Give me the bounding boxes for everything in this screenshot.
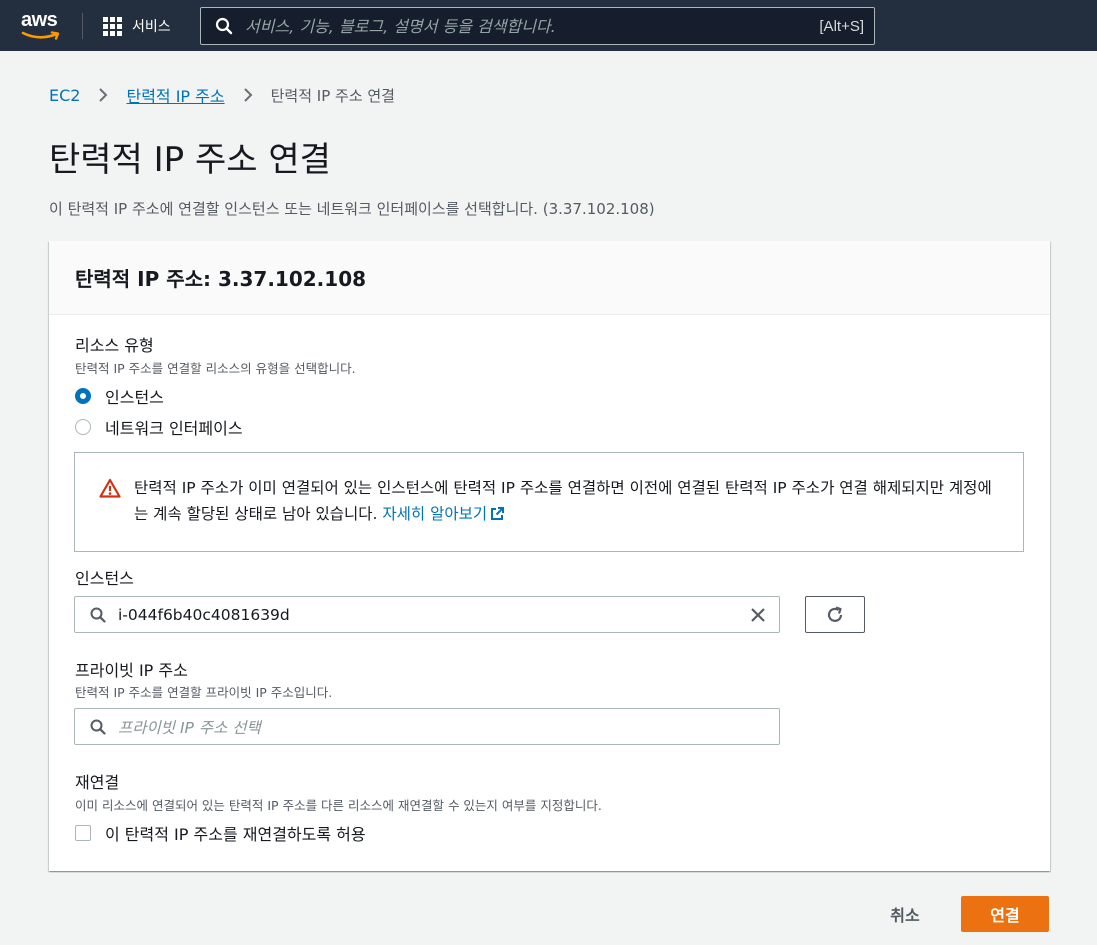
cancel-button[interactable]: 취소 [870, 896, 940, 932]
chevron-right-icon [90, 87, 116, 103]
instance-label: 인스턴스 [75, 569, 134, 588]
learn-more-link[interactable]: 자세히 알아보기 [382, 505, 505, 523]
page-title: 탄력적 IP 주소 연결 [49, 140, 331, 180]
services-menu-button[interactable]: 서비스 [103, 14, 171, 38]
aws-logo-text: aws [21, 9, 58, 31]
search-shortcut-hint: [Alt+S] [819, 17, 864, 35]
resource-type-description: 탄력적 IP 주소를 연결할 리소스의 유형을 선택합니다. [75, 361, 356, 376]
resource-type-label: 리소스 유형 [75, 336, 154, 355]
reassociation-description: 이미 리소스에 연결되어 있는 탄력적 IP 주소를 다른 리소스에 재연결할 … [75, 798, 602, 813]
radio-instance-label: 인스턴스 [105, 388, 164, 407]
instance-value: i-044f6b40c4081639d [118, 605, 290, 624]
learn-more-label: 자세히 알아보기 [382, 505, 488, 523]
refresh-button[interactable] [805, 596, 865, 633]
page-description: 이 탄력적 IP 주소에 연결할 인스턴스 또는 네트워크 인터페이스를 선택합… [49, 200, 655, 218]
warning-message: 탄력적 IP 주소가 이미 연결되어 있는 인스턴스에 탄력적 IP 주소를 연… [134, 475, 993, 551]
allow-reassociation-checkbox[interactable]: 이 탄력적 IP 주소를 재연결하도록 허용 [75, 821, 366, 845]
clear-icon[interactable] [749, 606, 767, 624]
radio-instance-dot[interactable] [75, 388, 91, 404]
aws-logo[interactable]: aws [21, 9, 63, 40]
associate-form-card: 탄력적 IP 주소: 3.37.102.108 리소스 유형 탄력적 IP 주소… [49, 241, 1050, 871]
warning-alert: 탄력적 IP 주소가 이미 연결되어 있는 인스턴스에 탄력적 IP 주소를 연… [74, 452, 1024, 552]
breadcrumb-current: 탄력적 IP 주소 연결 [270, 86, 395, 105]
radio-network-interface-dot[interactable] [75, 419, 91, 435]
breadcrumb: EC2 탄력적 IP 주소 탄력적 IP 주소 연결 [49, 83, 395, 107]
card-header-title: 탄력적 IP 주소: 3.37.102.108 [75, 267, 367, 291]
card-header: 탄력적 IP 주소: 3.37.102.108 [49, 241, 1050, 315]
instance-select[interactable]: i-044f6b40c4081639d [74, 596, 780, 633]
refresh-icon [827, 605, 843, 622]
radio-network-interface[interactable]: 네트워크 인터페이스 [75, 415, 243, 439]
private-ip-label: 프라이빗 IP 주소 [75, 661, 188, 680]
warning-icon [99, 478, 121, 498]
warning-text: 탄력적 IP 주소가 이미 연결되어 있는 인스턴스에 탄력적 IP 주소를 연… [134, 479, 992, 523]
external-link-icon [491, 507, 505, 520]
allow-reassociation-box[interactable] [75, 825, 91, 841]
search-icon [90, 607, 106, 623]
private-ip-select[interactable]: 프라이빗 IP 주소 선택 [74, 708, 780, 745]
associate-button[interactable]: 연결 [961, 896, 1049, 932]
breadcrumb-ec2-link[interactable]: EC2 [49, 86, 80, 105]
reassociation-label: 재연결 [75, 773, 120, 792]
breadcrumb-elastic-ip-link[interactable]: 탄력적 IP 주소 [126, 83, 224, 107]
global-search-bar[interactable]: [Alt+S] [200, 7, 875, 45]
aws-smile-icon [21, 31, 60, 40]
private-ip-placeholder: 프라이빗 IP 주소 선택 [118, 718, 261, 737]
chevron-right-icon [235, 87, 261, 103]
grid-menu-icon [103, 16, 122, 36]
search-icon [215, 17, 233, 35]
top-navigation: aws 서비스 [Alt+S] [0, 0, 1097, 51]
nav-divider [82, 13, 83, 39]
private-ip-description: 탄력적 IP 주소를 연결할 프라이빗 IP 주소입니다. [75, 685, 333, 700]
radio-network-interface-label: 네트워크 인터페이스 [105, 419, 243, 438]
search-icon [90, 719, 106, 735]
services-label: 서비스 [132, 19, 171, 35]
radio-instance[interactable]: 인스턴스 [75, 384, 164, 408]
global-search-input[interactable] [245, 16, 820, 36]
allow-reassociation-label: 이 탄력적 IP 주소를 재연결하도록 허용 [105, 825, 366, 844]
